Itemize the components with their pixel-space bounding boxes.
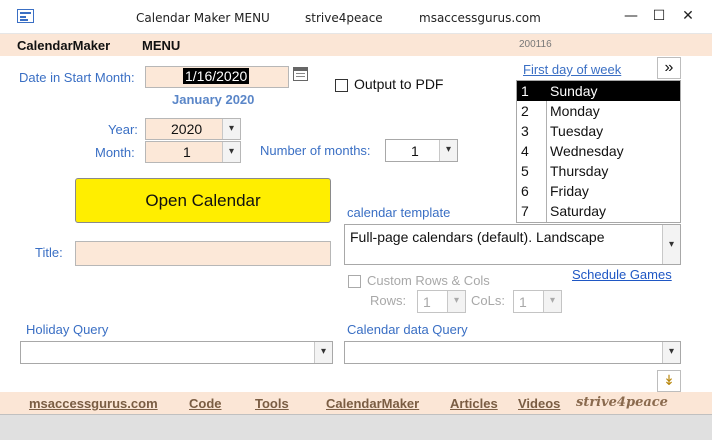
calendar-picker-icon[interactable] [293,67,308,81]
month-combo[interactable]: 1 ▾ [145,141,241,163]
num-months-combo[interactable]: 1 ▾ [385,139,458,162]
footer-link-calendarmaker[interactable]: CalendarMaker [326,396,419,411]
footer-link-videos[interactable]: Videos [518,396,560,411]
window-title-site: msaccessgurus.com [419,11,541,25]
chevron-down-icon[interactable]: ▾ [439,140,457,161]
month-label: Month: [95,145,135,160]
chevron-down-icon[interactable]: ▾ [447,291,465,312]
window-title-bar: Calendar Maker MENU strive4peace msacces… [0,0,712,34]
minimize-button[interactable]: — [618,6,644,26]
maximize-button[interactable]: ☐ [646,6,672,26]
rows-value: 1 [423,294,431,310]
rows-label: Rows: [370,293,407,308]
year-combo[interactable]: 2020 ▾ [145,118,241,140]
footer-link-articles[interactable]: Articles [450,396,498,411]
footer-link-msaccessgurus[interactable]: msaccessgurus.com [29,396,158,411]
template-combo[interactable]: Full-page calendars (default). Landscape… [344,224,681,265]
year-value: 2020 [171,121,203,137]
list-item[interactable]: 1 Sunday [517,81,680,101]
calendar-data-query-combo[interactable]: ▾ [344,341,681,364]
holiday-query-combo[interactable]: ▾ [20,341,333,364]
date-start-value: 1/16/2020 [183,68,250,84]
num-months-value: 1 [411,143,419,159]
custom-rows-cols-checkbox[interactable] [348,275,361,288]
chevron-down-icon[interactable]: ▾ [222,142,240,162]
template-label: calendar template [347,205,451,220]
output-pdf-checkbox[interactable] [335,79,348,92]
app-name: CalendarMaker [17,38,111,53]
holiday-query-label: Holiday Query [26,322,109,337]
form-header: CalendarMaker MENU 200116 [0,34,712,56]
month-value: 1 [183,144,191,160]
date-start-field[interactable]: 1/16/2020 [145,66,289,88]
chevron-down-icon[interactable]: ▾ [543,291,561,312]
footer-link-tools[interactable]: Tools [255,396,289,411]
chevron-down-icon[interactable]: ▾ [222,119,240,139]
nav-forward-button[interactable]: » [657,57,681,79]
num-months-label: Number of months: [260,143,371,158]
form-icon[interactable] [17,9,34,23]
schedule-games-link[interactable]: Schedule Games [572,267,672,282]
version-label: 200116 [519,39,552,50]
status-bar [0,414,712,440]
output-pdf-label: Output to PDF [354,76,444,92]
open-calendar-button[interactable]: Open Calendar [75,178,331,223]
list-item[interactable]: 6 Friday [517,181,680,201]
first-day-listbox[interactable]: 1 Sunday 2 Monday 3 Tuesday 4 Wednesday 5 Thu… [516,80,681,223]
title-label: Title: [35,245,63,260]
expand-down-button[interactable]: ↡ [657,370,681,392]
window-title-author: strive4peace [305,11,383,25]
list-item[interactable]: 5 Thursday [517,161,680,181]
window-title: Calendar Maker MENU [136,11,270,25]
chevron-down-icon[interactable]: ▾ [662,225,680,264]
close-button[interactable]: ✕ [675,6,701,26]
cols-combo[interactable]: 1 ▾ [513,290,562,313]
cols-label: CoLs: [471,293,505,308]
custom-rows-cols-label: Custom Rows & Cols [367,273,490,288]
chevron-down-icon[interactable]: ▾ [662,342,680,363]
month-display: January 2020 [172,92,255,107]
year-label: Year: [108,122,138,137]
footer-link-code[interactable]: Code [189,396,222,411]
list-item[interactable]: 3 Tuesday [517,121,680,141]
template-value: Full-page calendars (default). Landscape [350,229,605,245]
chevron-down-icon[interactable]: ▾ [314,342,332,363]
cols-value: 1 [519,294,527,310]
date-start-label: Date in Start Month: [19,70,135,85]
list-item[interactable]: 7 Saturday [517,201,680,221]
menu-label: MENU [142,38,181,53]
list-item[interactable]: 4 Wednesday [517,141,680,161]
first-day-label: First day of week [523,62,622,77]
rows-combo[interactable]: 1 ▾ [417,290,466,313]
calendar-data-query-label: Calendar data Query [347,322,468,337]
signature-logo: strive4peace [576,395,668,410]
title-field[interactable] [75,241,331,266]
list-item[interactable]: 2 Monday [517,101,680,121]
